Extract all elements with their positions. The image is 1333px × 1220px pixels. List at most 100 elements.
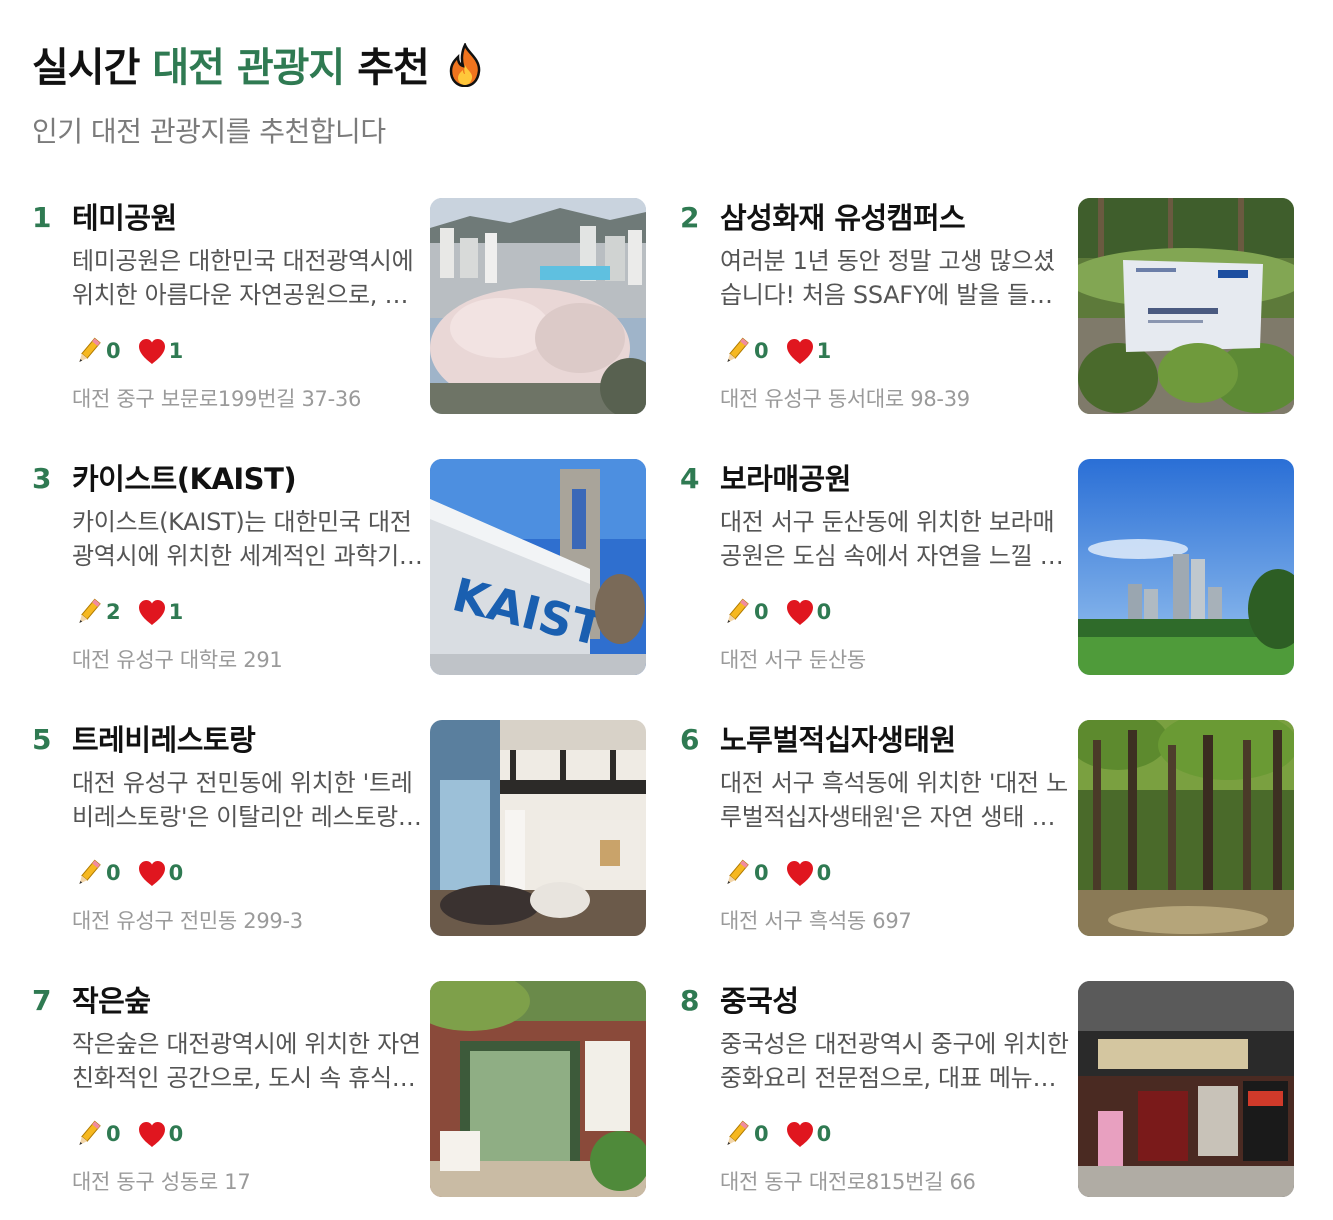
place-rank: 2 bbox=[680, 201, 700, 234]
place-name[interactable]: 작은숲 bbox=[72, 981, 151, 1021]
place-name[interactable]: 보라매공원 bbox=[720, 459, 851, 499]
like-count[interactable]: 1 bbox=[137, 337, 184, 365]
pencil-icon bbox=[79, 1120, 101, 1146]
heart-icon bbox=[786, 1122, 813, 1147]
pencil-icon bbox=[727, 337, 749, 363]
place-card[interactable]: 7 작은숲 작은숲은 대전광역시에 위치한 자연 친화적인 공간으로, 도시 속… bbox=[32, 981, 649, 1199]
place-stats: 0 0 bbox=[720, 595, 847, 629]
place-stats: 2 1 bbox=[72, 595, 199, 629]
chinese-restaurant-facade-photo[interactable] bbox=[1078, 981, 1294, 1197]
review-count: 0 bbox=[720, 336, 769, 366]
place-stats: 0 1 bbox=[720, 334, 847, 368]
like-count[interactable]: 0 bbox=[137, 859, 183, 887]
like-count-value: 1 bbox=[816, 339, 832, 363]
review-count: 0 bbox=[72, 336, 121, 366]
place-card[interactable]: 2 삼성화재 유성캠퍼스 여러분 1년 동안 정말 고생 많으셨습니다! 처음 … bbox=[680, 198, 1297, 416]
place-card[interactable]: 4 보라매공원 대전 서구 둔산동에 위치한 보라매공원은 도심 속에서 자연을… bbox=[680, 459, 1297, 677]
place-name[interactable]: 노루벌적십자생태원 bbox=[720, 720, 956, 760]
cherry-blossom-city-photo[interactable] bbox=[430, 198, 646, 414]
like-count[interactable]: 0 bbox=[137, 1120, 184, 1148]
pencil-icon bbox=[727, 859, 749, 885]
review-count-value: 0 bbox=[754, 339, 769, 363]
place-stats: 0 0 bbox=[72, 856, 199, 890]
place-stats: 0 0 bbox=[720, 1117, 847, 1151]
place-address: 대전 서구 흑석동 697 bbox=[720, 909, 912, 933]
heart-icon bbox=[138, 339, 165, 364]
like-count[interactable]: 0 bbox=[785, 598, 832, 626]
kaist-gate-photo[interactable]: KAIST bbox=[430, 459, 646, 675]
review-count: 2 bbox=[72, 597, 121, 627]
review-count-value: 2 bbox=[106, 600, 121, 624]
title-accent: 대전 관광지 bbox=[152, 45, 345, 91]
heart-icon bbox=[138, 600, 165, 625]
like-count[interactable]: 0 bbox=[785, 1120, 832, 1148]
pencil-icon bbox=[79, 598, 101, 624]
place-description: 작은숲은 대전광역시에 위치한 자연 친화적인 공간으로, 도시 속 휴식처입니… bbox=[72, 1030, 421, 1092]
place-address: 대전 동구 대전로815번길 66 bbox=[720, 1170, 976, 1194]
heart-icon bbox=[138, 1122, 165, 1147]
like-count-value: 0 bbox=[816, 600, 832, 624]
place-card[interactable]: 3 카이스트(KAIST) 카이스트(KAIST)는 대한민국 대전광역시에 위… bbox=[32, 459, 649, 677]
forest-trees-photo[interactable] bbox=[1078, 720, 1294, 936]
place-stats: 0 0 bbox=[720, 856, 847, 890]
place-address: 대전 중구 보문로199번길 37-36 bbox=[72, 387, 362, 411]
place-description: 대전 서구 흑석동에 위치한 '대전 노루벌적십자생태원'은 자연 생태 체험 … bbox=[720, 769, 1068, 831]
pencil-icon bbox=[727, 598, 749, 624]
review-count-value: 0 bbox=[106, 861, 121, 885]
like-count-value: 0 bbox=[816, 1122, 832, 1146]
place-rank: 7 bbox=[32, 984, 52, 1017]
like-count-value: 1 bbox=[168, 339, 184, 363]
place-card[interactable]: 1 테미공원 테미공원은 대한민국 대전광역시에 위치한 아름다운 자연공원으로… bbox=[32, 198, 649, 416]
place-rank: 3 bbox=[32, 462, 52, 495]
place-address: 대전 유성구 동서대로 98-39 bbox=[720, 387, 970, 411]
review-count-value: 0 bbox=[754, 600, 769, 624]
place-rank: 4 bbox=[680, 462, 700, 495]
place-name[interactable]: 삼성화재 유성캠퍼스 bbox=[720, 198, 966, 238]
place-card[interactable]: 6 노루벌적십자생태원 대전 서구 흑석동에 위치한 '대전 노루벌적십자생태원… bbox=[680, 720, 1297, 938]
like-count-value: 0 bbox=[168, 1122, 184, 1146]
place-name[interactable]: 테미공원 bbox=[72, 198, 177, 238]
heart-icon bbox=[786, 339, 813, 364]
like-count[interactable]: 1 bbox=[137, 598, 183, 626]
place-description: 테미공원은 대한민국 대전광역시에 위치한 아름다운 자연공원으로, 벚꽃 명소… bbox=[72, 247, 414, 309]
pencil-icon bbox=[727, 1120, 749, 1146]
place-rank: 5 bbox=[32, 723, 52, 756]
title-prefix: 실시간 bbox=[32, 45, 140, 91]
like-count-value: 0 bbox=[816, 861, 832, 885]
page-subtitle: 인기 대전 관광지를 추천합니다 bbox=[32, 115, 386, 148]
review-count: 0 bbox=[720, 1119, 769, 1149]
restaurant-interior-photo[interactable] bbox=[430, 720, 646, 936]
pencil-icon bbox=[79, 859, 101, 885]
review-count-value: 0 bbox=[106, 1122, 121, 1146]
place-rank: 1 bbox=[32, 201, 52, 234]
place-description: 중국성은 대전광역시 중구에 위치한 중화요리 전문점으로, 대표 메뉴가 유명… bbox=[720, 1030, 1069, 1092]
heart-icon bbox=[786, 600, 813, 625]
page-header: 실시간 대전 관광지 추천 인기 대전 관광지를 추천합니다 bbox=[32, 38, 484, 152]
place-description: 여러분 1년 동안 정말 고생 많으셨습니다! 처음 SSAFY에 발을 들였을… bbox=[720, 247, 1055, 309]
place-name[interactable]: 카이스트(KAIST) bbox=[72, 459, 297, 499]
place-card[interactable]: 5 트레비레스토랑 대전 유성구 전민동에 위치한 '트레비레스토랑'은 이탈리… bbox=[32, 720, 649, 938]
place-address: 대전 서구 둔산동 bbox=[720, 648, 866, 672]
cafe-storefront-photo[interactable] bbox=[430, 981, 646, 1197]
pencil-icon bbox=[79, 337, 101, 363]
place-name[interactable]: 트레비레스토랑 bbox=[72, 720, 256, 760]
place-description: 카이스트(KAIST)는 대한민국 대전광역시에 위치한 세계적인 과학기술 연… bbox=[72, 508, 421, 570]
page-title: 실시간 대전 관광지 추천 bbox=[32, 38, 484, 104]
place-address: 대전 동구 성동로 17 bbox=[72, 1170, 251, 1194]
place-address: 대전 유성구 전민동 299-3 bbox=[72, 909, 303, 933]
samsung-campus-sign-photo[interactable] bbox=[1078, 198, 1294, 414]
fire-icon bbox=[446, 41, 484, 104]
place-rank: 8 bbox=[680, 984, 700, 1017]
place-card[interactable]: 8 중국성 중국성은 대전광역시 중구에 위치한 중화요리 전문점으로, 대표 … bbox=[680, 981, 1297, 1199]
like-count[interactable]: 0 bbox=[785, 859, 832, 887]
park-towers-photo[interactable] bbox=[1078, 459, 1294, 675]
place-address: 대전 유성구 대학로 291 bbox=[72, 648, 283, 672]
review-count-value: 0 bbox=[754, 861, 769, 885]
like-count[interactable]: 1 bbox=[785, 337, 832, 365]
place-rank: 6 bbox=[680, 723, 700, 756]
title-suffix: 추천 bbox=[357, 45, 430, 91]
heart-icon bbox=[138, 861, 165, 886]
review-count: 0 bbox=[720, 597, 769, 627]
review-count: 0 bbox=[720, 858, 769, 888]
place-name[interactable]: 중국성 bbox=[720, 981, 799, 1021]
